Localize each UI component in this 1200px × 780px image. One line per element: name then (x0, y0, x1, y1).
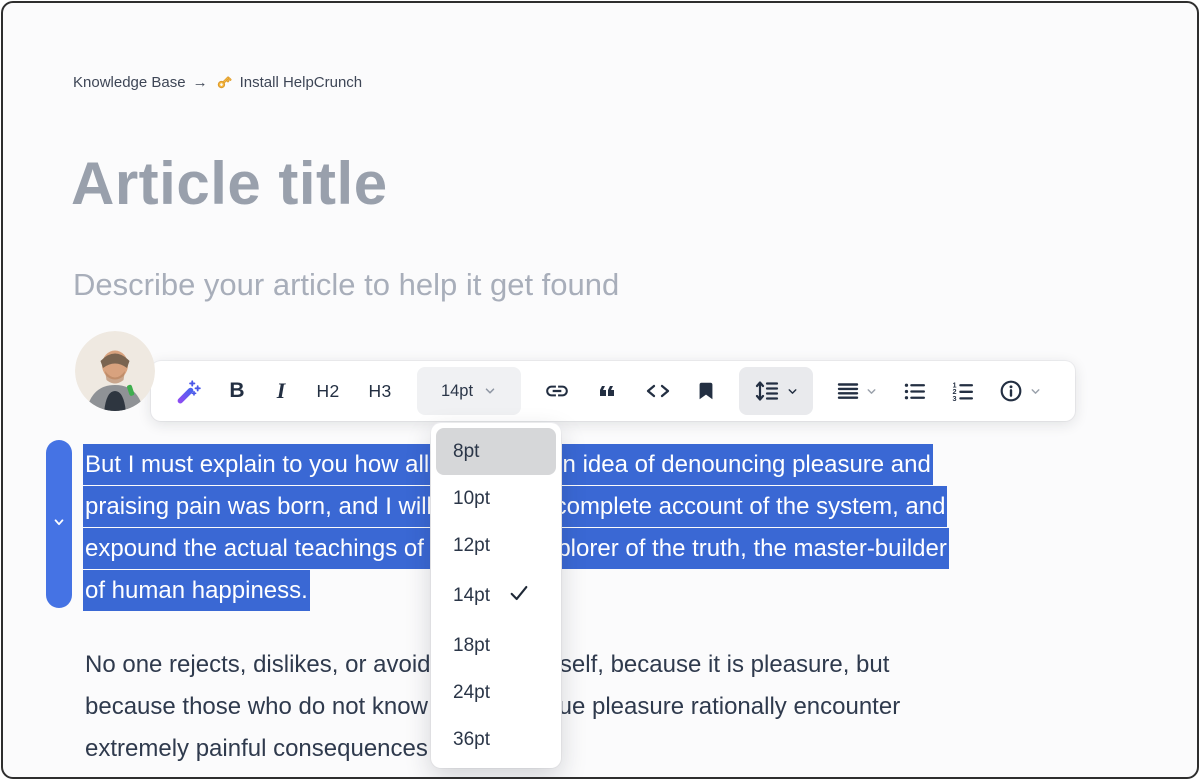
bookmark-icon (695, 379, 717, 403)
checkmark-icon (508, 582, 530, 610)
svg-text:3: 3 (952, 393, 956, 402)
bold-button[interactable]: B (225, 367, 249, 415)
info-icon (998, 378, 1024, 404)
font-size-option-24pt[interactable]: 24pt (436, 669, 556, 716)
font-size-option-8pt[interactable]: 8pt (436, 428, 556, 475)
font-size-option-36pt[interactable]: 36pt (436, 716, 556, 763)
article-title-input[interactable]: Article title (71, 149, 388, 218)
breadcrumb-separator: → (193, 74, 208, 91)
block-handle[interactable] (46, 440, 72, 608)
chevron-down-icon (483, 384, 497, 398)
code-button[interactable] (643, 367, 673, 415)
font-size-value: 14pt (441, 382, 473, 401)
line-height-icon (754, 378, 780, 404)
font-size-option-10pt[interactable]: 10pt (436, 475, 556, 522)
font-size-option-14pt[interactable]: 14pt (436, 569, 556, 622)
editor-paragraph[interactable]: No one rejects, dislikes, or avoids plea… (85, 644, 1145, 770)
formatting-toolbar: B I H2 H3 14pt (151, 361, 1075, 421)
breadcrumb-article[interactable]: Install HelpCrunch (240, 74, 363, 91)
bullet-list-icon (902, 379, 927, 404)
chevron-down-icon (1029, 385, 1042, 398)
quote-icon (595, 379, 619, 403)
numbered-list-icon: 1 2 3 (950, 379, 975, 404)
editor-page: Knowledge Base → Install HelpCrunch Arti… (1, 1, 1199, 779)
bullet-list-button[interactable] (901, 367, 927, 415)
magic-wand-icon (176, 378, 202, 404)
font-size-option-18pt[interactable]: 18pt (436, 622, 556, 669)
chevron-down-icon (52, 515, 66, 534)
font-size-menu: 8pt 10pt 12pt 14pt 18pt 24pt 36pt (431, 423, 561, 768)
bookmark-button[interactable] (695, 367, 717, 415)
link-button[interactable] (543, 367, 571, 415)
font-size-option-12pt[interactable]: 12pt (436, 522, 556, 569)
link-icon (544, 378, 570, 404)
heading2-button[interactable]: H2 (313, 367, 343, 415)
editor-paragraph-selected[interactable]: But I must explain to you how all this m… (83, 444, 1168, 612)
numbered-list-button[interactable]: 1 2 3 (949, 367, 975, 415)
ai-magic-wand-button[interactable] (175, 367, 203, 415)
line-height-button[interactable] (739, 367, 813, 415)
align-button[interactable] (835, 367, 879, 415)
breadcrumb-knowledge-base[interactable]: Knowledge Base (73, 74, 186, 91)
code-icon (644, 379, 672, 403)
author-avatar (75, 331, 155, 411)
breadcrumb: Knowledge Base → Install HelpCrunch (73, 73, 362, 91)
heading3-button[interactable]: H3 (365, 367, 395, 415)
chevron-down-icon (786, 385, 799, 398)
blockquote-button[interactable] (593, 367, 621, 415)
chevron-down-icon (865, 385, 878, 398)
italic-button[interactable]: I (271, 367, 291, 415)
align-justify-icon (836, 379, 860, 403)
article-description-input[interactable]: Describe your article to help it get fou… (73, 267, 619, 303)
info-block-button[interactable] (997, 367, 1043, 415)
font-size-select[interactable]: 14pt (417, 367, 521, 415)
key-icon (215, 73, 233, 91)
